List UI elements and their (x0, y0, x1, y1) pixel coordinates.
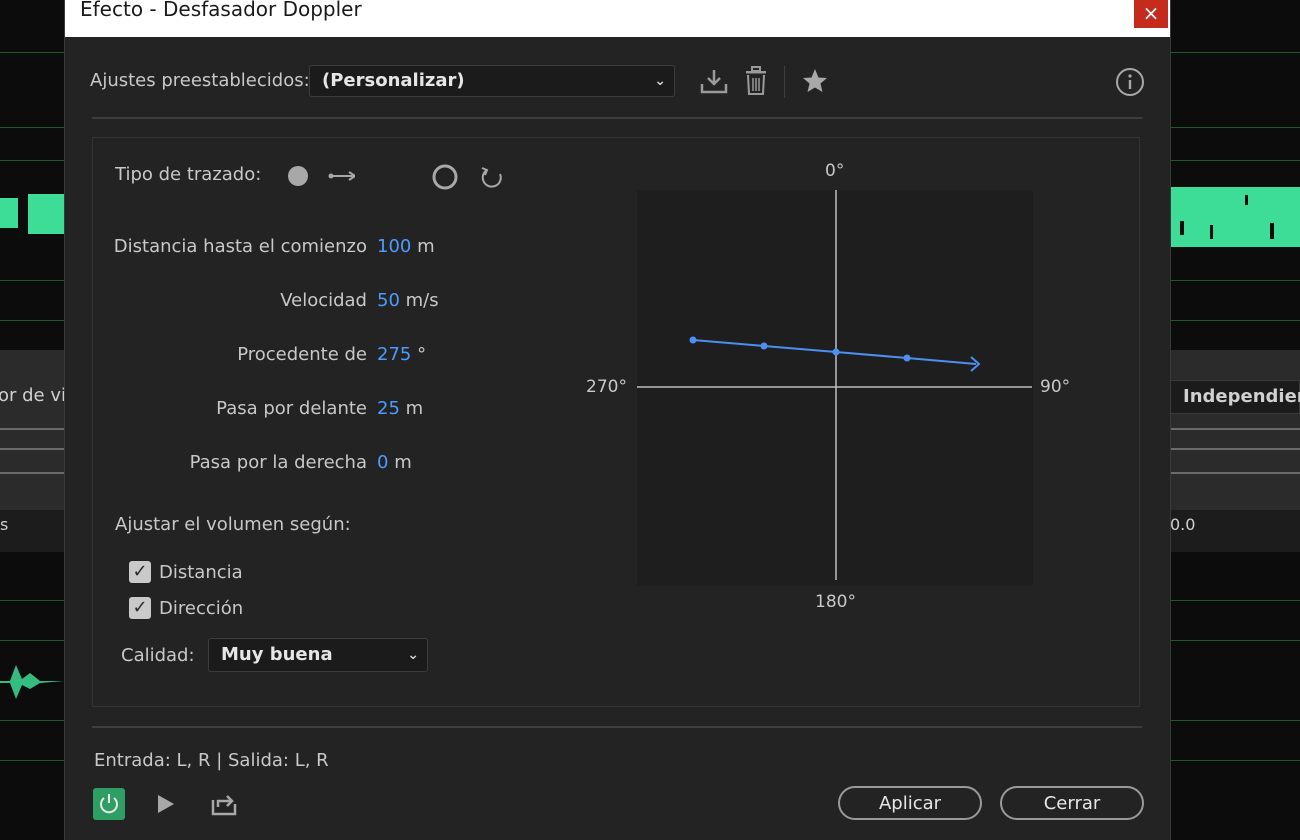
param-passes-right-field[interactable]: 0 m (377, 452, 412, 473)
trash-icon[interactable] (744, 66, 768, 96)
loop-export-icon[interactable] (210, 791, 238, 817)
grid-line (1170, 600, 1300, 601)
io-channels: Entrada: L, R | Salida: L, R (94, 750, 329, 771)
presets-label: Ajustes preestablecidos: (90, 70, 310, 91)
power-toggle-button[interactable] (93, 788, 125, 820)
title-bar: Efecto - Desfasador Doppler × (65, 0, 1170, 37)
param-passes-in-front-field[interactable]: 25 m (377, 398, 423, 419)
volume-adjust-label: Ajustar el volumen según: (115, 514, 351, 535)
graph-label-left: 270° (586, 377, 627, 397)
passes-right-unit: m (394, 452, 412, 473)
ruler-label-right: 0.0 (1170, 515, 1196, 534)
track-label-left: or de vi (0, 385, 67, 406)
param-start-distance-field[interactable]: 100 m (377, 236, 435, 257)
close-button[interactable]: Cerrar (1000, 786, 1144, 820)
circular-path-icon[interactable] (430, 163, 510, 193)
param-start-distance-label: Distancia hasta el comienzo (113, 236, 367, 257)
grid-line (0, 320, 64, 321)
graph-label-right: 90° (1040, 377, 1071, 397)
direction-checkbox-label: Dirección (159, 598, 244, 619)
distance-checkbox[interactable]: ✓ (129, 561, 151, 583)
grid-line (1170, 280, 1300, 281)
save-preset-icon[interactable] (699, 68, 729, 96)
ruler-label-left: s (0, 515, 9, 534)
velocity-unit: m/s (405, 290, 439, 311)
header-divider (92, 117, 1142, 119)
grid-line (0, 280, 64, 281)
waveform-right (1170, 187, 1300, 247)
grid-line (0, 600, 64, 601)
close-window-button[interactable]: × (1134, 0, 1168, 28)
coming-from-value[interactable]: 275 (377, 344, 411, 365)
footer-divider (92, 726, 1142, 728)
grid-line (0, 52, 64, 53)
grid-line (0, 760, 64, 761)
play-icon[interactable] (155, 793, 177, 815)
track-header-right (1170, 350, 1300, 510)
param-velocity-label: Velocidad (280, 290, 367, 311)
track-mode-label: Independient (1183, 386, 1300, 407)
chevron-down-icon: ⌄ (654, 73, 666, 89)
param-passes-right-label: Pasa por la derecha (189, 452, 367, 473)
param-coming-from-field[interactable]: 275 ° (377, 344, 426, 365)
waveform-left (0, 194, 64, 234)
waveform-bottom-left (0, 665, 64, 699)
passes-right-value[interactable]: 0 (377, 452, 388, 473)
direction-checkbox[interactable]: ✓ (129, 597, 151, 619)
quality-dropdown[interactable]: Muy buena ⌄ (208, 638, 428, 672)
quality-label: Calidad: (121, 645, 195, 666)
doppler-dialog: Efecto - Desfasador Doppler × Ajustes pr… (64, 0, 1171, 840)
path-graph-canvas[interactable] (625, 180, 1045, 600)
velocity-value[interactable]: 50 (377, 290, 400, 311)
graph-label-top: 0° (825, 161, 845, 181)
track-header-left (0, 350, 64, 510)
track-mode-select[interactable]: Independient (1170, 380, 1300, 414)
chevron-down-icon: ⌄ (407, 647, 419, 663)
coming-from-unit: ° (417, 344, 427, 365)
path-type-label: Tipo de trazado: (115, 164, 262, 185)
start-distance-value[interactable]: 100 (377, 236, 411, 257)
apply-button[interactable]: Aplicar (838, 786, 982, 820)
grid-line (1170, 640, 1300, 641)
grid-line (0, 720, 64, 721)
grid-line (1170, 720, 1300, 721)
start-distance-unit: m (417, 236, 435, 257)
star-icon[interactable] (802, 68, 828, 94)
straight-line-path-icon[interactable] (285, 163, 355, 189)
grid-line (1170, 320, 1300, 321)
quality-value: Muy buena (221, 644, 333, 665)
grid-line (1170, 127, 1300, 128)
grid-line (0, 160, 64, 161)
param-coming-from-label: Procedente de (237, 344, 367, 365)
grid-line (1170, 160, 1300, 161)
distance-checkbox-label: Distancia (159, 562, 243, 583)
grid-line (0, 640, 64, 641)
passes-in-front-value[interactable]: 25 (377, 398, 400, 419)
param-velocity-field[interactable]: 50 m/s (377, 290, 439, 311)
toolbar-divider (784, 66, 785, 98)
dialog-title: Efecto - Desfasador Doppler (80, 0, 362, 21)
power-icon (100, 794, 118, 814)
grid-line (1170, 52, 1300, 53)
presets-dropdown[interactable]: (Personalizar) ⌄ (309, 65, 675, 97)
graph-label-bottom: 180° (815, 592, 856, 612)
presets-value: (Personalizar) (322, 70, 465, 91)
param-passes-in-front-label: Pasa por delante (216, 398, 367, 419)
grid-line (1170, 760, 1300, 761)
info-icon[interactable] (1115, 67, 1145, 97)
passes-in-front-unit: m (405, 398, 424, 419)
grid-line (0, 127, 64, 128)
